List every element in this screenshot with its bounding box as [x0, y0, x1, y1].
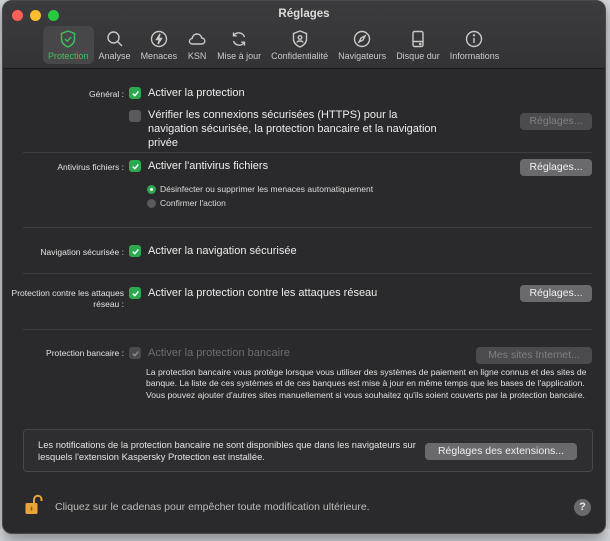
banking-protection-label: Protection bancaire : — [46, 348, 124, 358]
safe-browsing-label: Navigation sécurisée : — [40, 247, 124, 257]
lock-hint-text: Cliquez sur le cadenas pour empêcher tou… — [55, 501, 370, 513]
compass-icon — [353, 30, 371, 48]
checkmark-icon — [131, 290, 139, 297]
https-check-checkbox[interactable] — [129, 110, 141, 122]
refresh-icon — [232, 32, 246, 46]
tab-label: Analyse — [98, 51, 131, 61]
magnifier-icon — [106, 31, 123, 47]
enable-safe-browsing-label: Activer la navigation sécurisée — [148, 245, 297, 257]
auto-disinfect-radio[interactable] — [147, 185, 156, 194]
tab-label: Menaces — [140, 51, 178, 61]
antivirus-settings-button[interactable]: Réglages... — [520, 159, 592, 176]
extension-settings-button[interactable]: Réglages des extensions... — [425, 443, 577, 460]
network-settings-button[interactable]: Réglages... — [520, 285, 592, 302]
checkmark-icon — [131, 248, 139, 255]
hard-disk-icon — [412, 30, 424, 48]
preferences-toolbar: Protection Analyse Menaces KSN Mise à jo… — [43, 26, 504, 64]
banking-description: La protection bancaire vous protège lors… — [146, 367, 587, 400]
enable-safe-browsing-checkbox[interactable] — [129, 245, 141, 257]
confirm-action-radio[interactable] — [147, 199, 156, 208]
https-check-label: Vérifier les connexions sécurisées (HTTP… — [148, 109, 437, 149]
bolt-circle-icon — [150, 30, 168, 48]
tab-label: Disque dur — [396, 51, 440, 61]
tab-mise-a-jour[interactable]: Mise à jour — [212, 26, 266, 64]
enable-protection-checkbox[interactable] — [129, 87, 141, 99]
checkmark-icon — [131, 350, 139, 357]
general-label: Général : — [89, 89, 124, 99]
privacy-shield-icon — [292, 30, 307, 48]
unlocked-padlock-icon[interactable] — [24, 494, 44, 516]
tab-navigateurs[interactable]: Navigateurs — [333, 26, 391, 64]
tab-analyse[interactable]: Analyse — [94, 26, 136, 64]
enable-banking-protection-label: Activer la protection bancaire — [148, 347, 290, 359]
extension-notice-text: Les notifications de la protection banca… — [38, 439, 416, 463]
enable-protection-label: Activer la protection — [148, 87, 245, 99]
separator — [23, 152, 592, 153]
tab-protection[interactable]: Protection — [43, 26, 94, 64]
tab-menaces[interactable]: Menaces — [136, 26, 183, 64]
settings-window: Réglages Protection Analyse Menaces KSN … — [2, 0, 606, 534]
tab-label: Protection — [48, 51, 89, 61]
checkmark-icon — [131, 163, 139, 170]
tab-label: Navigateurs — [338, 51, 387, 61]
tab-label: Informations — [449, 51, 500, 61]
tab-informations[interactable]: Informations — [445, 26, 505, 64]
enable-antivirus-label: Activer l'antivirus fichiers — [148, 160, 269, 172]
enable-network-protection-label: Activer la protection contre les attaque… — [148, 287, 378, 299]
checkmark-icon — [131, 90, 139, 97]
enable-banking-protection-checkbox[interactable] — [129, 347, 141, 359]
enable-antivirus-checkbox[interactable] — [129, 160, 141, 172]
window-title: Réglages — [278, 8, 330, 20]
tab-ksn[interactable]: KSN — [182, 26, 212, 64]
tab-confidentialite[interactable]: Confidentialité — [266, 26, 333, 64]
cloud-icon — [188, 33, 206, 45]
network-attack-label: Protection contre les attaques réseau : — [11, 288, 124, 309]
enable-network-protection-checkbox[interactable] — [129, 287, 141, 299]
protection-pane: Général : Activer la protection Vérifier… — [3, 70, 605, 533]
help-button[interactable]: ? — [574, 499, 591, 516]
confirm-action-label: Confirmer l'action — [160, 198, 226, 208]
my-websites-button[interactable]: Mes sites Internet... — [476, 347, 592, 364]
tab-label: KSN — [187, 51, 207, 61]
separator — [23, 227, 592, 228]
tab-label: Mise à jour — [217, 51, 262, 61]
extension-notice: Les notifications de la protection banca… — [23, 429, 593, 472]
auto-disinfect-label: Désinfecter ou supprimer les menaces aut… — [160, 184, 374, 194]
shield-check-icon — [61, 30, 76, 48]
separator — [23, 273, 592, 274]
https-settings-button[interactable]: Réglages... — [520, 113, 592, 130]
info-icon — [466, 30, 483, 48]
tab-disque-dur[interactable]: Disque dur — [391, 26, 445, 64]
title-bar: Réglages Protection Analyse Menaces KSN … — [3, 1, 605, 69]
separator — [23, 329, 592, 330]
antivirus-label: Antivirus fichiers : — [57, 162, 124, 172]
tab-label: Confidentialité — [271, 51, 329, 61]
